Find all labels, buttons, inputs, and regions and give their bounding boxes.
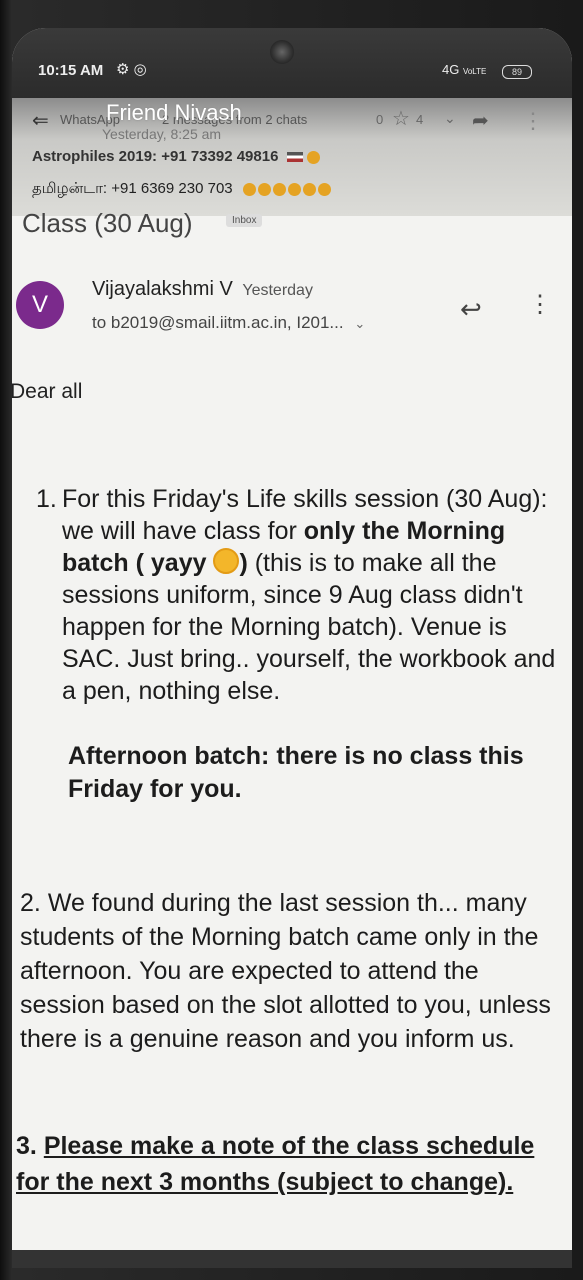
item-2-text: We found during the last session th... m… [20, 889, 551, 1053]
chevron-down-icon[interactable]: ⌄ [444, 110, 456, 127]
network-sub-label: VoLTE [462, 67, 487, 76]
item-number: 1. [36, 485, 57, 513]
item-number: 2. [20, 889, 41, 917]
back-arrow-icon[interactable]: ⇐ [32, 108, 49, 133]
afternoon-batch-note: Afternoon batch: there is no class this … [68, 742, 524, 803]
status-icons: ⚙ ◎ [116, 61, 147, 78]
phone-screen: 10:15 AM ⚙ ◎ 4G VoLTE 89 ⇐ WhatsApp 2 me… [12, 28, 572, 1268]
item-1-text: For this Friday's Life skills session (3… [62, 483, 556, 707]
battery-icon: 89 [502, 65, 532, 79]
inbox-label-badge[interactable]: Inbox [226, 214, 263, 227]
item-3-text: Please make a note of the class schedule… [16, 1132, 535, 1196]
email-subject: Class (30 Aug) [22, 208, 193, 238]
sender-avatar[interactable]: V [16, 281, 64, 329]
email-greeting: Dear all [12, 380, 83, 403]
notification-line-2-text: தமிழன்டா: +91 6369 230 703 [32, 180, 233, 197]
flag-emoji-icon [286, 152, 303, 163]
notification-line-1-text: Astrophiles 2019: +91 73392 49816 [32, 148, 279, 165]
status-time: 10:15 AM [38, 62, 104, 79]
bottom-edge [12, 1250, 572, 1268]
whatsapp-notification[interactable]: ⇐ WhatsApp 2 messages from 2 chats Frien… [12, 98, 572, 216]
chevron-down-icon[interactable]: ⌄ [354, 316, 365, 331]
network-label: 4G [441, 62, 460, 77]
more-vert-icon[interactable]: ⋮ [522, 108, 544, 134]
forward-arrow-icon[interactable]: ➦ [472, 108, 489, 133]
email-item-2: 2. We found during the last session th..… [20, 886, 560, 1056]
notification-count-left: 0 [376, 112, 384, 127]
more-vert-icon[interactable]: ⋮ [528, 290, 552, 319]
sender-name: Vijayalakshmi V [92, 278, 233, 300]
sender-line: Vijayalakshmi V Yesterday [92, 278, 313, 301]
email-item-3: 3. Please make a note of the class sched… [16, 1128, 572, 1200]
recipients-text: to b2019@smail.iitm.ac.in, I201... [92, 313, 344, 332]
email-time: Yesterday [242, 282, 313, 299]
status-bar: 10:15 AM ⚙ ◎ 4G VoLTE 89 [12, 28, 572, 98]
smiley-emoji-icon [213, 548, 240, 574]
notification-title: Friend Nivash [106, 100, 242, 125]
emoji-row-icon [242, 180, 333, 197]
front-camera-icon [270, 40, 294, 64]
email-item-1: 1. For this Friday's Life skills session… [36, 483, 556, 707]
notification-line-1: Astrophiles 2019: +91 73392 49816 [32, 148, 322, 165]
notification-line-2: தமிழன்டா: +91 6369 230 703 [32, 180, 333, 199]
item-number: 3. [16, 1132, 37, 1160]
recipients-line[interactable]: to b2019@smail.iitm.ac.in, I201... ⌄ [92, 313, 365, 333]
star-icon[interactable]: ☆ [392, 106, 410, 131]
emoji-icon [306, 150, 320, 164]
reply-icon[interactable]: ↩ [460, 294, 482, 325]
item-1-part-c: ) [239, 549, 248, 577]
notification-count-right: 4 [416, 112, 424, 127]
notification-time: Yesterday, 8:25 am [102, 126, 222, 142]
